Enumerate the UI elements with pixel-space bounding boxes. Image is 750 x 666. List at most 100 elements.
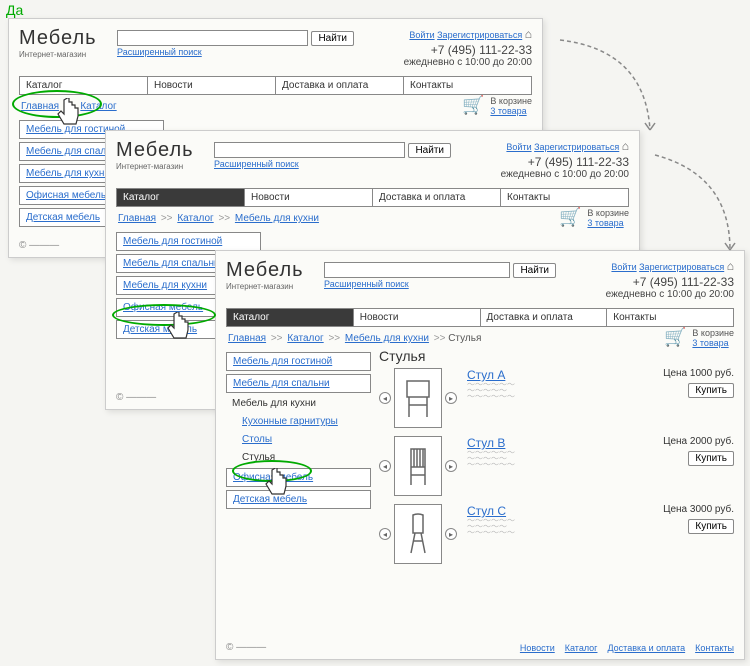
phone-number: +7 (495) 111-22-33 xyxy=(564,275,734,289)
cart-items-link[interactable]: 3 товара xyxy=(692,338,728,348)
crumb-home[interactable]: Главная xyxy=(118,213,156,224)
login-link[interactable]: Войти xyxy=(506,142,531,152)
login-link[interactable]: Войти xyxy=(409,30,434,40)
register-link[interactable]: Зарегистрироваться xyxy=(437,30,522,40)
side-chairs[interactable]: Стулья xyxy=(226,450,371,465)
nav-delivery[interactable]: Доставка и оплата xyxy=(276,77,404,94)
home-icon[interactable]: ⌂ xyxy=(727,259,734,273)
side-kitchen[interactable]: Мебель для кухни xyxy=(226,396,371,411)
product-row: ◂ ▸ Стул C ～～～～～～～～～～～～～～～～～ Цена 3000 р… xyxy=(379,504,734,564)
nav-delivery[interactable]: Доставка и оплата xyxy=(373,189,501,206)
cart-items-link[interactable]: 3 товара xyxy=(490,106,526,116)
product-desc: ～～～～～～～～～～～～～～～～～ xyxy=(467,450,624,468)
side-bedroom[interactable]: Мебель для спальни xyxy=(226,374,371,393)
crumb-kitchen[interactable]: Мебель для кухни xyxy=(345,333,429,344)
frame-3: Мебель Интернет-магазин Найти Расширенны… xyxy=(215,250,745,660)
nav-catalog[interactable]: Каталог xyxy=(227,309,354,326)
footer-news[interactable]: Новости xyxy=(520,643,555,653)
side-kids[interactable]: Детская мебель xyxy=(226,490,371,509)
product-price: Цена 3000 руб. xyxy=(634,504,734,515)
product-thumb[interactable] xyxy=(394,436,442,496)
advanced-search-link[interactable]: Расширенный поиск xyxy=(214,159,299,169)
search-button[interactable]: Найти xyxy=(408,143,451,158)
logo: Мебель xyxy=(116,139,206,162)
side-office[interactable]: Офисная мебель xyxy=(226,468,371,487)
register-link[interactable]: Зарегистрироваться xyxy=(639,262,724,272)
nav-catalog[interactable]: Каталог xyxy=(20,77,148,94)
side-tables[interactable]: Столы xyxy=(226,432,371,447)
search-button[interactable]: Найти xyxy=(311,31,354,46)
buy-button[interactable]: Купить xyxy=(688,383,734,398)
logo-subtitle: Интернет-магазин xyxy=(226,282,316,291)
crumb-catalog[interactable]: Каталог xyxy=(80,101,116,112)
cart-icon[interactable]: 🛒 xyxy=(559,207,581,228)
search-input[interactable] xyxy=(214,142,405,158)
logo-subtitle: Интернет-магазин xyxy=(116,162,206,171)
crumb-catalog[interactable]: Каталог xyxy=(287,333,323,344)
product-thumb[interactable] xyxy=(394,368,442,428)
side-living[interactable]: Мебель для гостиной xyxy=(116,232,261,251)
advanced-search-link[interactable]: Расширенный поиск xyxy=(117,47,202,57)
search-input[interactable] xyxy=(117,30,308,46)
product-desc: ～～～～～～～～～～～～～～～～～ xyxy=(467,518,624,536)
main-nav: Каталог Новости Доставка и оплата Контак… xyxy=(226,308,734,327)
hours: ежедневно с 10:00 до 20:00 xyxy=(564,289,734,300)
nav-catalog[interactable]: Каталог xyxy=(117,189,245,206)
gallery-next-icon[interactable]: ▸ xyxy=(445,460,457,472)
nav-news[interactable]: Новости xyxy=(354,309,481,326)
phone-number: +7 (495) 111-22-33 xyxy=(459,155,629,169)
nav-news[interactable]: Новости xyxy=(245,189,373,206)
footer-links: Новости Каталог Доставка и оплата Контак… xyxy=(520,643,734,653)
crumb-kitchen[interactable]: Мебель для кухни xyxy=(235,213,319,224)
footer-contacts[interactable]: Контакты xyxy=(695,643,734,653)
copyright-mark: © ——— xyxy=(226,642,266,653)
product-price: Цена 1000 руб. xyxy=(634,368,734,379)
buy-button[interactable]: Купить xyxy=(688,519,734,534)
nav-contacts[interactable]: Контакты xyxy=(607,309,733,326)
crumb-chairs: Стулья xyxy=(448,333,481,344)
cart-label: В корзине xyxy=(692,328,734,338)
product-thumb[interactable] xyxy=(394,504,442,564)
gallery-prev-icon[interactable]: ◂ xyxy=(379,392,391,404)
cart-items-link[interactable]: 3 товара xyxy=(587,218,623,228)
nav-delivery[interactable]: Доставка и оплата xyxy=(481,309,608,326)
gallery-next-icon[interactable]: ▸ xyxy=(445,392,457,404)
cart-icon[interactable]: 🛒 xyxy=(664,327,686,348)
logo-block: Мебель Интернет-магазин xyxy=(19,27,109,59)
advanced-search-link[interactable]: Расширенный поиск xyxy=(324,279,409,289)
product-desc: ～～～～～～～～～～～～～～～～～ xyxy=(467,382,624,400)
home-icon[interactable]: ⌂ xyxy=(525,27,532,41)
crumb-home[interactable]: Главная xyxy=(228,333,266,344)
hours: ежедневно с 10:00 до 20:00 xyxy=(459,169,629,180)
yes-label: Да xyxy=(6,2,23,18)
search-input[interactable] xyxy=(324,262,510,278)
nav-contacts[interactable]: Контакты xyxy=(404,77,531,94)
gallery-next-icon[interactable]: ▸ xyxy=(445,528,457,540)
buy-button[interactable]: Купить xyxy=(688,451,734,466)
footer-catalog[interactable]: Каталог xyxy=(565,643,598,653)
crumb-catalog[interactable]: Каталог xyxy=(177,213,213,224)
gallery-prev-icon[interactable]: ◂ xyxy=(379,528,391,540)
logo: Мебель xyxy=(19,27,109,50)
side-kitchen-sets[interactable]: Кухонные гарнитуры xyxy=(226,414,371,429)
register-link[interactable]: Зарегистрироваться xyxy=(534,142,619,152)
login-link[interactable]: Войти xyxy=(611,262,636,272)
cart-icon[interactable]: 🛒 xyxy=(462,95,484,116)
copyright-mark: © ——— xyxy=(116,392,156,403)
search-button[interactable]: Найти xyxy=(513,263,556,278)
nav-contacts[interactable]: Контакты xyxy=(501,189,628,206)
logo: Мебель xyxy=(226,259,316,282)
side-living[interactable]: Мебель для гостиной xyxy=(226,352,371,371)
main-nav: Каталог Новости Доставка и оплата Контак… xyxy=(19,76,532,95)
nav-news[interactable]: Новости xyxy=(148,77,276,94)
phone-number: +7 (495) 111-22-33 xyxy=(362,43,532,57)
crumb-home[interactable]: Главная xyxy=(21,101,59,112)
home-icon[interactable]: ⌂ xyxy=(622,139,629,153)
footer-delivery[interactable]: Доставка и оплата xyxy=(607,643,685,653)
product-price: Цена 2000 руб. xyxy=(634,436,734,447)
flow-arrow-icon xyxy=(650,145,750,265)
gallery-prev-icon[interactable]: ◂ xyxy=(379,460,391,472)
product-row: ◂ ▸ Стул B ～～～～～～～～～～～～～～～～～ Цена 2000 р… xyxy=(379,436,734,496)
cart-label: В корзине xyxy=(490,96,532,106)
product-row: ◂ ▸ Стул A ～～～～～～～～～～～～～～～～～ Цена 1000 р… xyxy=(379,368,734,428)
